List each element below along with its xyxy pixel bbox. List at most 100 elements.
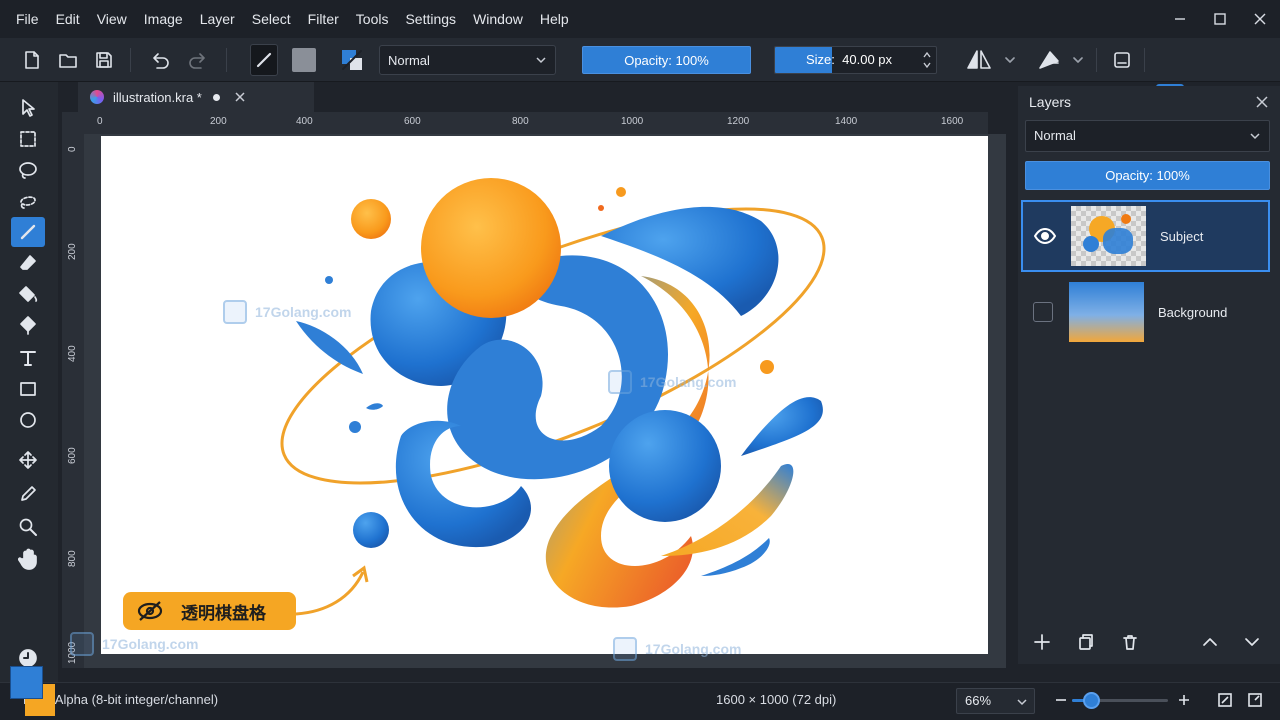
rect-select-tool[interactable] [11,124,45,154]
foreground-color-swatch[interactable] [10,666,43,699]
color-picker-tool[interactable] [11,479,45,509]
menu-view[interactable]: View [89,0,135,38]
brush-size-value: 40.00 px [842,52,893,67]
watermark-text: 17Golang.com [645,641,742,657]
text-tool[interactable] [11,343,45,373]
chevron-down-icon [536,57,546,64]
redo-button[interactable] [186,44,210,76]
eraser-options-button[interactable] [1070,44,1086,76]
maximize-icon [1214,13,1226,25]
freehand-select-tool[interactable] [11,186,45,216]
pattern-button[interactable] [290,44,318,76]
chevron-down-icon [1005,57,1015,63]
mirror-options-button[interactable] [1002,44,1018,76]
rectangle-tool[interactable] [11,374,45,404]
ruler-tick-label: 600 [404,116,421,127]
brush-tool[interactable] [11,217,45,247]
menu-layer[interactable]: Layer [192,0,243,38]
move-tool[interactable] [11,445,45,475]
ruler-tick-label: 1400 [835,116,858,127]
layer-row-background[interactable]: Background [1021,276,1270,348]
ruler-tick-label: 200 [67,243,78,260]
window-controls [1160,0,1280,38]
layer-opacity-slider[interactable]: Opacity: 100% [1025,161,1270,190]
menu-window[interactable]: Window [465,0,531,38]
chevron-up-icon [1203,638,1217,646]
frame-icon [1114,52,1130,68]
watermark-logo-icon [608,370,632,394]
layer-opacity-label: Opacity: 100% [1105,168,1190,183]
move-layer-down-button[interactable] [1238,628,1266,656]
zoom-slider-handle[interactable] [1083,692,1100,709]
menu-settings[interactable]: Settings [397,0,464,38]
new-document-button[interactable] [20,44,44,76]
fit-page-icon [1218,693,1232,707]
toolbar-separator [1096,48,1097,72]
minimize-button[interactable] [1160,0,1200,38]
zoom-select[interactable]: 66% [956,688,1035,714]
brush-opacity-slider[interactable]: Opacity: 100% [582,46,751,74]
gradient-tool[interactable] [11,310,45,340]
ruler-tick-label: 1000 [621,116,644,127]
fill-tool[interactable] [11,279,45,309]
close-icon[interactable] [1256,96,1268,108]
layer-row-subject[interactable]: Subject [1021,200,1270,272]
layer-visibility-toggle[interactable] [1021,302,1065,322]
menu-file[interactable]: File [8,0,47,38]
layer-visibility-toggle[interactable] [1023,228,1067,244]
document-tab-title: illustration.kra * [113,89,202,105]
zoom-in-button[interactable] [1173,689,1195,711]
zoom-tool[interactable] [11,512,45,542]
fullscreen-button[interactable] [1244,689,1266,711]
menu-image[interactable]: Image [136,0,191,38]
select-tool[interactable] [11,93,45,123]
lasso-icon [19,162,37,179]
fullscreen-icon [1248,693,1262,707]
vertical-ruler: 0 200 400 600 800 1000 [62,112,84,668]
transparency-badge: 透明棋盘格 [123,592,296,630]
menu-help[interactable]: Help [532,0,577,38]
blend-mode-select[interactable]: Normal [379,45,556,75]
eraser-mode-button[interactable] [1034,44,1064,76]
ruler-tick-label: 400 [296,116,313,127]
canvas-only-button[interactable] [1110,44,1134,76]
ruler-tick-label: 600 [67,447,78,464]
pan-tool[interactable] [11,544,45,574]
brush-size-text: Size: 40.00 px [806,47,892,73]
canvas[interactable] [101,136,988,654]
menu-tools[interactable]: Tools [348,0,397,38]
undo-button[interactable] [148,44,172,76]
toolbar-separator [130,48,131,72]
ruler-tick-label: 0 [97,116,103,127]
menu-edit[interactable]: Edit [48,0,88,38]
menu-filter[interactable]: Filter [300,0,347,38]
move-layer-up-button[interactable] [1196,628,1224,656]
open-document-button[interactable] [56,44,80,76]
brush-preset-button[interactable] [250,44,278,76]
chevron-down-icon [1017,699,1027,706]
eraser-tool[interactable] [11,248,45,278]
new-file-icon [25,51,39,69]
eye-off-icon [137,601,163,621]
mirror-horizontal-button[interactable] [962,44,996,76]
spin-arrows-icon[interactable] [922,50,932,70]
brush-size-slider[interactable]: Size: 40.00 px [774,46,937,74]
close-window-button[interactable] [1240,0,1280,38]
menu-select[interactable]: Select [244,0,299,38]
pointer-icon [22,99,35,117]
maximize-button[interactable] [1200,0,1240,38]
fit-to-page-button[interactable] [1214,689,1236,711]
watermark-text: 17Golang.com [102,636,199,652]
gradient-button[interactable] [338,44,366,76]
close-icon[interactable] [234,91,246,103]
document-tab[interactable]: illustration.kra * [78,82,314,112]
layer-blend-mode-select[interactable]: Normal [1025,120,1270,152]
add-layer-button[interactable] [1028,628,1056,656]
delete-layer-button[interactable] [1116,628,1144,656]
save-button[interactable] [92,44,116,76]
ellipse-tool[interactable] [11,405,45,435]
ruler-tick-label: 200 [210,116,227,127]
duplicate-layer-button[interactable] [1072,628,1100,656]
ellipse-select-tool[interactable] [11,155,45,185]
zoom-out-button[interactable] [1050,689,1072,711]
